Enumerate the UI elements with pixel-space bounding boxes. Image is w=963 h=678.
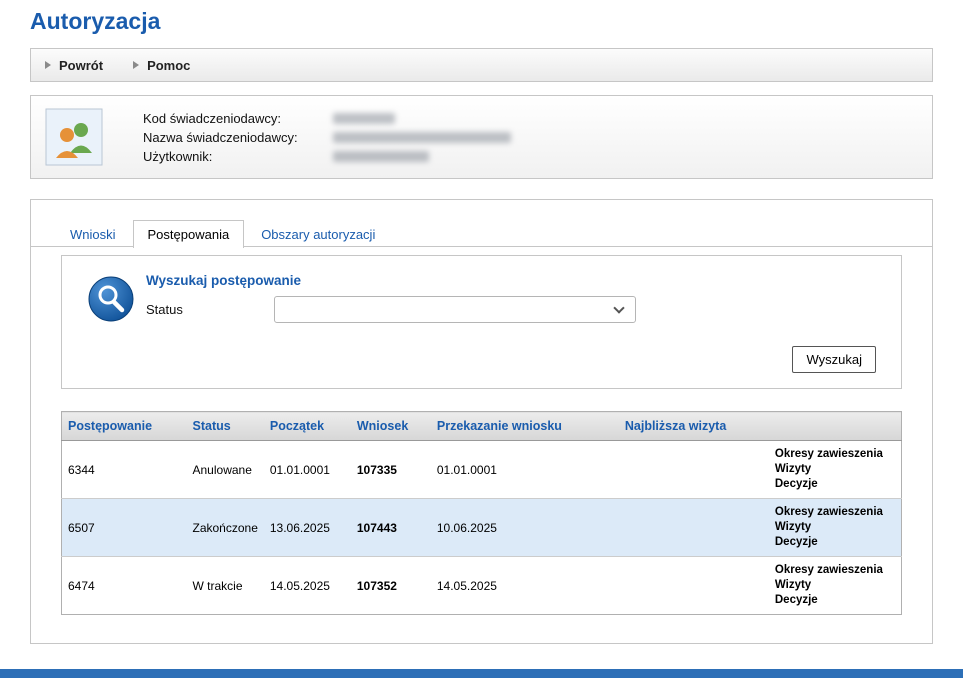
col-header-status: Status	[187, 412, 264, 441]
decyzje-link[interactable]: Decyzje	[775, 593, 895, 608]
cell-wniosek: 107335	[351, 441, 431, 499]
provider-panel: Kod świadczeniodawcy: Nazwa świadczeniod…	[30, 95, 933, 179]
provider-name-label: Nazwa świadczeniodawcy:	[143, 130, 333, 145]
row-actions: Okresy zawieszenia Wizyty Decyzje	[769, 499, 902, 557]
cell-wizyta	[619, 441, 769, 499]
cell-przekazanie: 01.01.0001	[431, 441, 619, 499]
tab-bar: Wnioski Postępowania Obszary autoryzacji	[31, 200, 932, 247]
provider-code-value-redacted	[333, 113, 395, 124]
cell-przekazanie: 10.06.2025	[431, 499, 619, 557]
chevron-down-icon	[613, 302, 624, 313]
footer-bar	[0, 669, 963, 678]
arrow-right-icon	[133, 61, 139, 69]
wizyty-link[interactable]: Wizyty	[775, 578, 895, 593]
toolbar-item-pomoc[interactable]: Pomoc	[133, 58, 190, 73]
cell-status: Anulowane	[187, 441, 264, 499]
cell-status: W trakcie	[187, 557, 264, 615]
search-panel: Wyszukaj postępowanie Status Wyszukaj	[61, 255, 902, 389]
cell-poczatek: 14.05.2025	[264, 557, 351, 615]
provider-user-value-redacted	[333, 151, 429, 162]
provider-info: Kod świadczeniodawcy: Nazwa świadczeniod…	[143, 109, 920, 166]
cell-wizyta	[619, 499, 769, 557]
toolbar-item-label: Powrót	[59, 58, 103, 73]
col-header-wizyta: Najbliższa wizyta	[619, 412, 769, 441]
search-icon	[88, 276, 134, 327]
provider-code-label: Kod świadczeniodawcy:	[143, 111, 333, 126]
cell-poczatek: 01.01.0001	[264, 441, 351, 499]
cell-postepowanie: 6474	[62, 557, 187, 615]
row-actions: Okresy zawieszenia Wizyty Decyzje	[769, 557, 902, 615]
decyzje-link[interactable]: Decyzje	[775, 535, 895, 550]
provider-people-icon	[43, 106, 105, 168]
col-header-wniosek: Wniosek	[351, 412, 431, 441]
provider-name-value-redacted	[333, 132, 511, 143]
arrow-right-icon	[45, 61, 51, 69]
toolbar-item-powrot[interactable]: Powrót	[45, 58, 103, 73]
cell-status: Zakończone	[187, 499, 264, 557]
cell-przekazanie: 14.05.2025	[431, 557, 619, 615]
cell-wniosek: 107443	[351, 499, 431, 557]
wizyty-link[interactable]: Wizyty	[775, 462, 895, 477]
cell-postepowanie: 6344	[62, 441, 187, 499]
col-header-przekazanie: Przekazanie wniosku	[431, 412, 619, 441]
table-row: 6474 W trakcie 14.05.2025 107352 14.05.2…	[62, 557, 902, 615]
provider-user-label: Użytkownik:	[143, 149, 333, 164]
results-table: Postępowanie Status Początek Wniosek Prz…	[61, 411, 902, 615]
cell-wizyta	[619, 557, 769, 615]
okresy-zawieszenia-link[interactable]: Okresy zawieszenia	[775, 447, 895, 462]
tab-postepowania[interactable]: Postępowania	[133, 220, 245, 248]
toolbar: Powrót Pomoc	[30, 48, 933, 82]
status-dropdown[interactable]	[274, 296, 636, 323]
col-header-actions	[769, 412, 902, 441]
page: Autoryzacja Powrót Pomoc Kod świadczenio…	[0, 8, 963, 644]
table-header-row: Postępowanie Status Początek Wniosek Prz…	[62, 412, 902, 441]
search-button[interactable]: Wyszukaj	[792, 346, 876, 373]
cell-postepowanie: 6507	[62, 499, 187, 557]
page-title: Autoryzacja	[30, 8, 933, 35]
decyzje-link[interactable]: Decyzje	[775, 477, 895, 492]
col-header-postepowanie: Postępowanie	[62, 412, 187, 441]
tab-obszary-autoryzacji[interactable]: Obszary autoryzacji	[246, 220, 390, 247]
toolbar-item-label: Pomoc	[147, 58, 190, 73]
col-header-poczatek: Początek	[264, 412, 351, 441]
main-panel: Wnioski Postępowania Obszary autoryzacji	[30, 199, 933, 644]
cell-poczatek: 13.06.2025	[264, 499, 351, 557]
wizyty-link[interactable]: Wizyty	[775, 520, 895, 535]
row-actions: Okresy zawieszenia Wizyty Decyzje	[769, 441, 902, 499]
status-label: Status	[146, 302, 183, 317]
cell-wniosek: 107352	[351, 557, 431, 615]
table-row: 6344 Anulowane 01.01.0001 107335 01.01.0…	[62, 441, 902, 499]
tab-wnioski[interactable]: Wnioski	[55, 220, 131, 247]
okresy-zawieszenia-link[interactable]: Okresy zawieszenia	[775, 563, 895, 578]
search-panel-title: Wyszukaj postępowanie	[146, 273, 301, 288]
table-row: 6507 Zakończone 13.06.2025 107443 10.06.…	[62, 499, 902, 557]
okresy-zawieszenia-link[interactable]: Okresy zawieszenia	[775, 505, 895, 520]
